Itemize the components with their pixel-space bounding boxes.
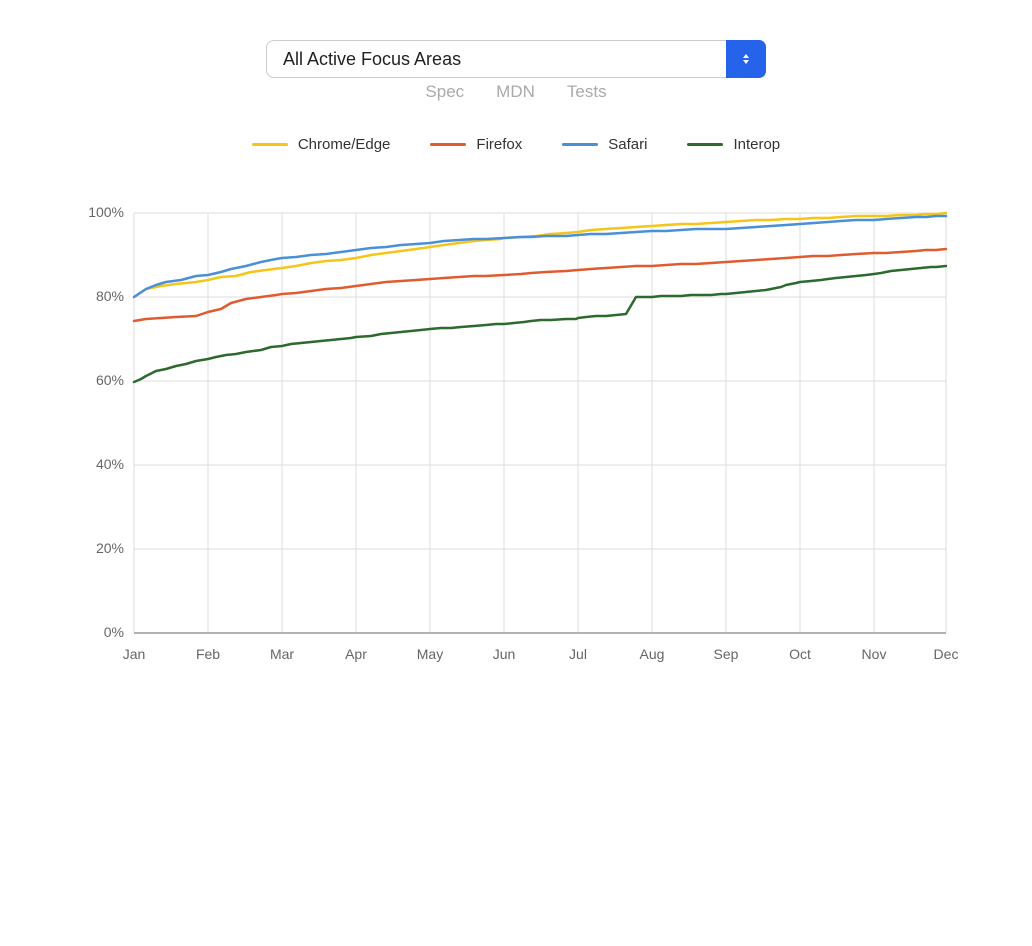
x-label-jun: Jun — [493, 646, 516, 662]
x-label-nov: Nov — [862, 646, 887, 662]
interop-line — [134, 266, 946, 382]
x-label-dec: Dec — [934, 646, 959, 662]
legend-safari: Safari — [562, 136, 647, 153]
legend-interop-line — [687, 143, 723, 146]
legend-safari-line — [562, 143, 598, 146]
focus-area-dropdown-wrapper: All Active Focus Areas — [266, 40, 766, 78]
y-label-0: 0% — [104, 624, 124, 640]
tab-spec[interactable]: Spec — [425, 78, 464, 106]
focus-area-dropdown[interactable]: All Active Focus Areas — [266, 40, 766, 78]
x-label-may: May — [417, 646, 443, 662]
y-label-20: 20% — [96, 540, 124, 556]
tab-tests[interactable]: Tests — [567, 78, 607, 106]
tab-mdn[interactable]: MDN — [496, 78, 535, 106]
x-label-feb: Feb — [196, 646, 220, 662]
y-label-40: 40% — [96, 456, 124, 472]
x-label-mar: Mar — [270, 646, 294, 662]
x-label-jul: Jul — [569, 646, 587, 662]
legend-firefox-line — [430, 143, 466, 146]
x-label-oct: Oct — [789, 646, 811, 662]
y-label-60: 60% — [96, 372, 124, 388]
x-label-apr: Apr — [345, 646, 367, 662]
legend-firefox-label: Firefox — [476, 136, 522, 153]
tab-bar: Spec MDN Tests — [425, 78, 606, 106]
x-label-sep: Sep — [714, 646, 739, 662]
legend-interop-label: Interop — [733, 136, 780, 153]
chart-legend: Chrome/Edge Firefox Safari Interop — [252, 136, 780, 153]
legend-chrome-edge: Chrome/Edge — [252, 136, 391, 153]
legend-chrome-edge-label: Chrome/Edge — [298, 136, 391, 153]
legend-firefox: Firefox — [430, 136, 522, 153]
y-label-80: 80% — [96, 288, 124, 304]
x-label-jan: Jan — [123, 646, 146, 662]
firefox-line — [134, 249, 946, 321]
line-chart: 100% 80% 60% 40% 20% 0% Jan Feb Mar Apr — [66, 169, 966, 734]
legend-interop: Interop — [687, 136, 780, 153]
x-label-aug: Aug — [640, 646, 665, 662]
y-label-100: 100% — [88, 204, 124, 220]
chart-svg: 100% 80% 60% 40% 20% 0% Jan Feb Mar Apr — [66, 169, 966, 729]
legend-safari-label: Safari — [608, 136, 647, 153]
legend-chrome-edge-line — [252, 143, 288, 146]
